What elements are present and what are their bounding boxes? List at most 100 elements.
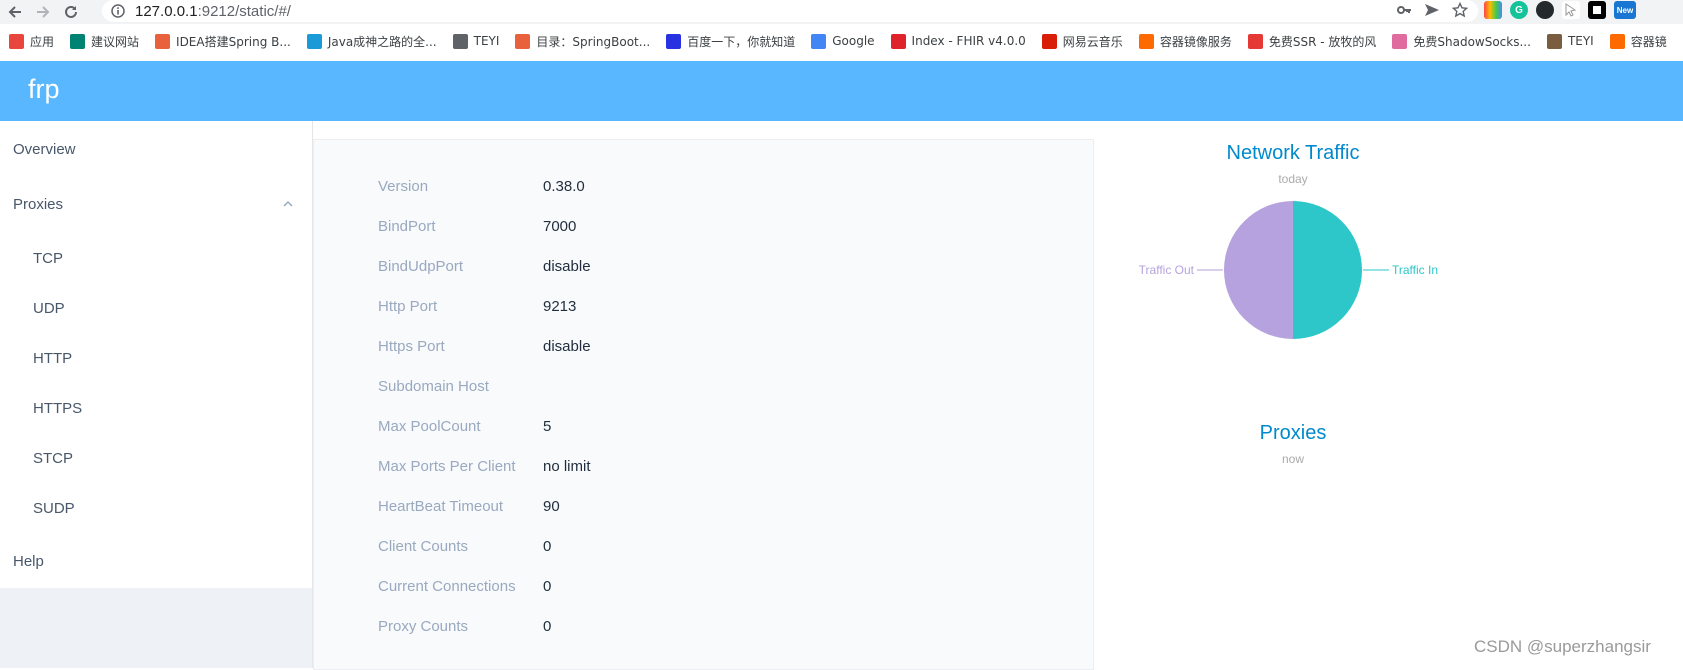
google-icon: [811, 33, 827, 49]
info-row: Https Port disable: [314, 338, 1093, 358]
info-row: Max PoolCount 5: [314, 418, 1093, 438]
bookmark-label: TEYI: [1567, 34, 1594, 48]
info-key: Http Port: [378, 298, 438, 315]
info-row: Client Counts 0: [314, 538, 1093, 558]
csdn-watermark: CSDN @superzhangsir: [1474, 637, 1651, 656]
site-info-icon[interactable]: [111, 4, 133, 18]
jian-icon: [155, 33, 171, 49]
forward-arrow-icon: [37, 6, 50, 18]
reload-button[interactable]: [58, 1, 84, 23]
menu-item-https[interactable]: HTTPS: [0, 388, 312, 428]
charts-area: Network Traffic today Traffic In Traffic …: [1093, 121, 1493, 668]
bookmark-item[interactable]: Java成神之路的全...: [306, 33, 437, 50]
bookmark-item[interactable]: 容器镜像服务: [1138, 33, 1232, 50]
info-key: Subdomain Host: [378, 378, 489, 395]
menu-item-proxies[interactable]: Proxies: [0, 184, 312, 224]
back-button[interactable]: [2, 1, 28, 23]
apps-grid-icon: [9, 33, 24, 49]
bookmark-item[interactable]: 容器镜: [1609, 33, 1667, 50]
bookmark-item[interactable]: 网易云音乐: [1041, 33, 1123, 50]
bing-icon: [70, 33, 86, 49]
sidebar: Overview Proxies TCP UDP HTTP HTTPS STCP…: [0, 121, 312, 668]
bookmark-label: Index - FHIR v4.0.0: [911, 34, 1026, 48]
fhir-icon: [890, 33, 906, 49]
info-row: Subdomain Host: [314, 378, 1093, 398]
menu-item-http[interactable]: HTTP: [0, 338, 312, 378]
info-value: 0: [543, 618, 552, 635]
menu-item-udp[interactable]: UDP: [0, 288, 312, 328]
bookmark-label: 免费SSR - 放牧的风: [1268, 34, 1377, 49]
info-key: Version: [378, 178, 429, 195]
bookmark-label: Google: [832, 34, 875, 48]
info-value: 5: [543, 418, 552, 435]
bookmark-item[interactable]: TEYI: [452, 33, 500, 49]
bookmark-label: 容器镜: [1630, 34, 1667, 49]
menu-item-sudp-label: SUDP: [33, 499, 75, 517]
chevron-up-icon[interactable]: [282, 198, 294, 210]
bookmark-label: TEYI: [473, 34, 500, 48]
info-key: Max Ports Per Client: [378, 458, 516, 475]
qr-extension-icon[interactable]: [1588, 1, 1606, 19]
url-path: :9212/static/#/: [197, 2, 291, 20]
forward-button[interactable]: [30, 1, 56, 23]
url-text: 127.0.0.1:9212/static/#/: [135, 3, 291, 20]
menu-item-stcp[interactable]: STCP: [0, 438, 312, 478]
send-icon[interactable]: [1424, 2, 1440, 18]
address-bar[interactable]: 127.0.0.1:9212/static/#/: [102, 0, 1478, 22]
info-row: HeartBeat Timeout 90: [314, 498, 1093, 518]
bookmark-item[interactable]: IDEA搭建Spring B...: [155, 33, 291, 50]
baidu-paw-icon: [666, 33, 682, 49]
bookmark-item[interactable]: 免费SSR - 放牧的风: [1247, 33, 1377, 50]
color-picker-extension-icon[interactable]: [1484, 1, 1502, 19]
info-row: BindUdpPort disable: [314, 258, 1093, 278]
info-value: no limit: [543, 458, 591, 475]
new-badge-extension-icon[interactable]: New: [1614, 1, 1636, 19]
globe-icon: [452, 33, 468, 49]
jian-icon: [515, 33, 531, 49]
menu-item-help[interactable]: Help: [0, 541, 312, 581]
browser-toolbar: 127.0.0.1:9212/static/#/ G New: [0, 0, 1683, 24]
bookmark-star-icon[interactable]: [1452, 2, 1468, 18]
cursor-extension-icon[interactable]: [1562, 1, 1580, 19]
url-host: 127.0.0.1: [135, 2, 198, 20]
menu-item-tcp[interactable]: TCP: [0, 238, 312, 278]
pie-label: Traffic Out: [1139, 263, 1195, 277]
info-key: Max PoolCount: [378, 418, 481, 435]
back-arrow-icon: [8, 6, 21, 18]
brand-logo[interactable]: frp: [28, 74, 60, 105]
server-info-panel: Version 0.38.0 BindPort 7000 BindUdpPort di…: [313, 139, 1094, 670]
info-row: BindPort 7000: [314, 218, 1093, 238]
info-value: disable: [543, 338, 591, 355]
pie-slice-traffic-out[interactable]: [1224, 201, 1293, 339]
bookmark-label: 目录：SpringBoot...: [536, 34, 651, 49]
info-row: Current Connections 0: [314, 578, 1093, 598]
grammarly-extension-icon[interactable]: G: [1510, 1, 1528, 19]
bookmark-item[interactable]: 免费ShadowSocks...: [1392, 33, 1531, 50]
info-row: Max Ports Per Client no limit: [314, 458, 1093, 478]
bookmark-item[interactable]: TEYI: [1546, 33, 1594, 49]
bookmark-label: 应用: [30, 34, 55, 49]
menu-item-overview[interactable]: Overview: [0, 129, 312, 169]
info-row: Version 0.38.0: [314, 178, 1093, 198]
sidebar-menu: Overview Proxies TCP UDP HTTP HTTPS STCP…: [0, 121, 312, 588]
bookmark-item[interactable]: Index - FHIR v4.0.0: [890, 33, 1026, 49]
info-key: BindPort: [378, 218, 436, 235]
bookmark-item[interactable]: 建议网站: [70, 33, 139, 50]
info-key: HeartBeat Timeout: [378, 498, 504, 515]
bookmark-label: IDEA搭建Spring B...: [176, 34, 291, 49]
info-value: disable: [543, 258, 591, 275]
bookmark-item[interactable]: 应用: [9, 33, 54, 50]
traffic-chart-title: Network Traffic: [1226, 142, 1360, 164]
menu-item-stcp-label: STCP: [33, 449, 74, 467]
cloud-icon: [306, 33, 322, 49]
info-row: Http Port 9213: [314, 298, 1093, 318]
github-extension-icon[interactable]: [1536, 1, 1554, 19]
key-icon[interactable]: [1396, 2, 1412, 18]
menu-item-sudp[interactable]: SUDP: [0, 488, 312, 528]
bookmark-item[interactable]: 百度一下，你就知道: [666, 33, 795, 50]
bookmark-label: Java成神之路的全...: [327, 34, 437, 49]
bookmark-item[interactable]: Google: [811, 33, 875, 49]
pie-slice-traffic-in[interactable]: [1293, 201, 1362, 339]
menu-item-help-label: Help: [13, 552, 44, 570]
bookmark-item[interactable]: 目录：SpringBoot...: [515, 33, 650, 50]
